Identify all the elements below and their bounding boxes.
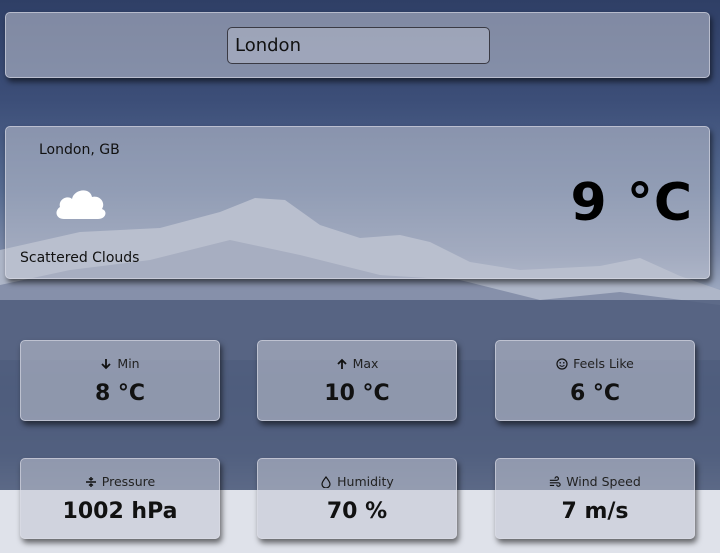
stat-card-min: Min 8 °C: [20, 340, 220, 421]
stat-value: 6 °C: [569, 381, 621, 406]
stat-label: Min: [117, 356, 140, 371]
search-bar: [5, 12, 710, 78]
current-temperature: 9 °C: [570, 173, 693, 233]
stat-card-wind-speed: Wind Speed 7 m/s: [495, 458, 695, 539]
current-weather-card: London, GB Scattered Clouds 9 °C: [5, 126, 710, 279]
compress-icon: [85, 476, 96, 487]
wind-icon: [550, 475, 561, 487]
city-search-input[interactable]: [227, 27, 490, 64]
stat-value: 8 °C: [94, 381, 146, 406]
arrow-down-icon: [101, 358, 112, 369]
weather-condition: Scattered Clouds: [20, 250, 140, 266]
droplet-icon: [321, 475, 331, 488]
location-label: London, GB: [39, 142, 120, 158]
stat-value: 10 °C: [324, 381, 390, 406]
stat-card-max: Max 10 °C: [257, 340, 457, 421]
stat-value: 70 %: [326, 499, 388, 524]
smiley-icon: [556, 357, 568, 370]
stat-value: 7 m/s: [561, 499, 629, 524]
stat-value: 1002 hPa: [62, 499, 178, 524]
stat-label: Feels Like: [573, 356, 634, 371]
stat-label: Wind Speed: [566, 474, 641, 489]
stat-label: Humidity: [337, 474, 394, 489]
cloud-icon: [56, 190, 106, 219]
arrow-up-icon: [336, 358, 347, 369]
stat-card-humidity: Humidity 70 %: [257, 458, 457, 539]
stat-card-pressure: Pressure 1002 hPa: [20, 458, 220, 539]
stat-label: Pressure: [101, 474, 156, 489]
stat-card-feels-like: Feels Like 6 °C: [495, 340, 695, 421]
stat-label: Max: [352, 356, 379, 371]
